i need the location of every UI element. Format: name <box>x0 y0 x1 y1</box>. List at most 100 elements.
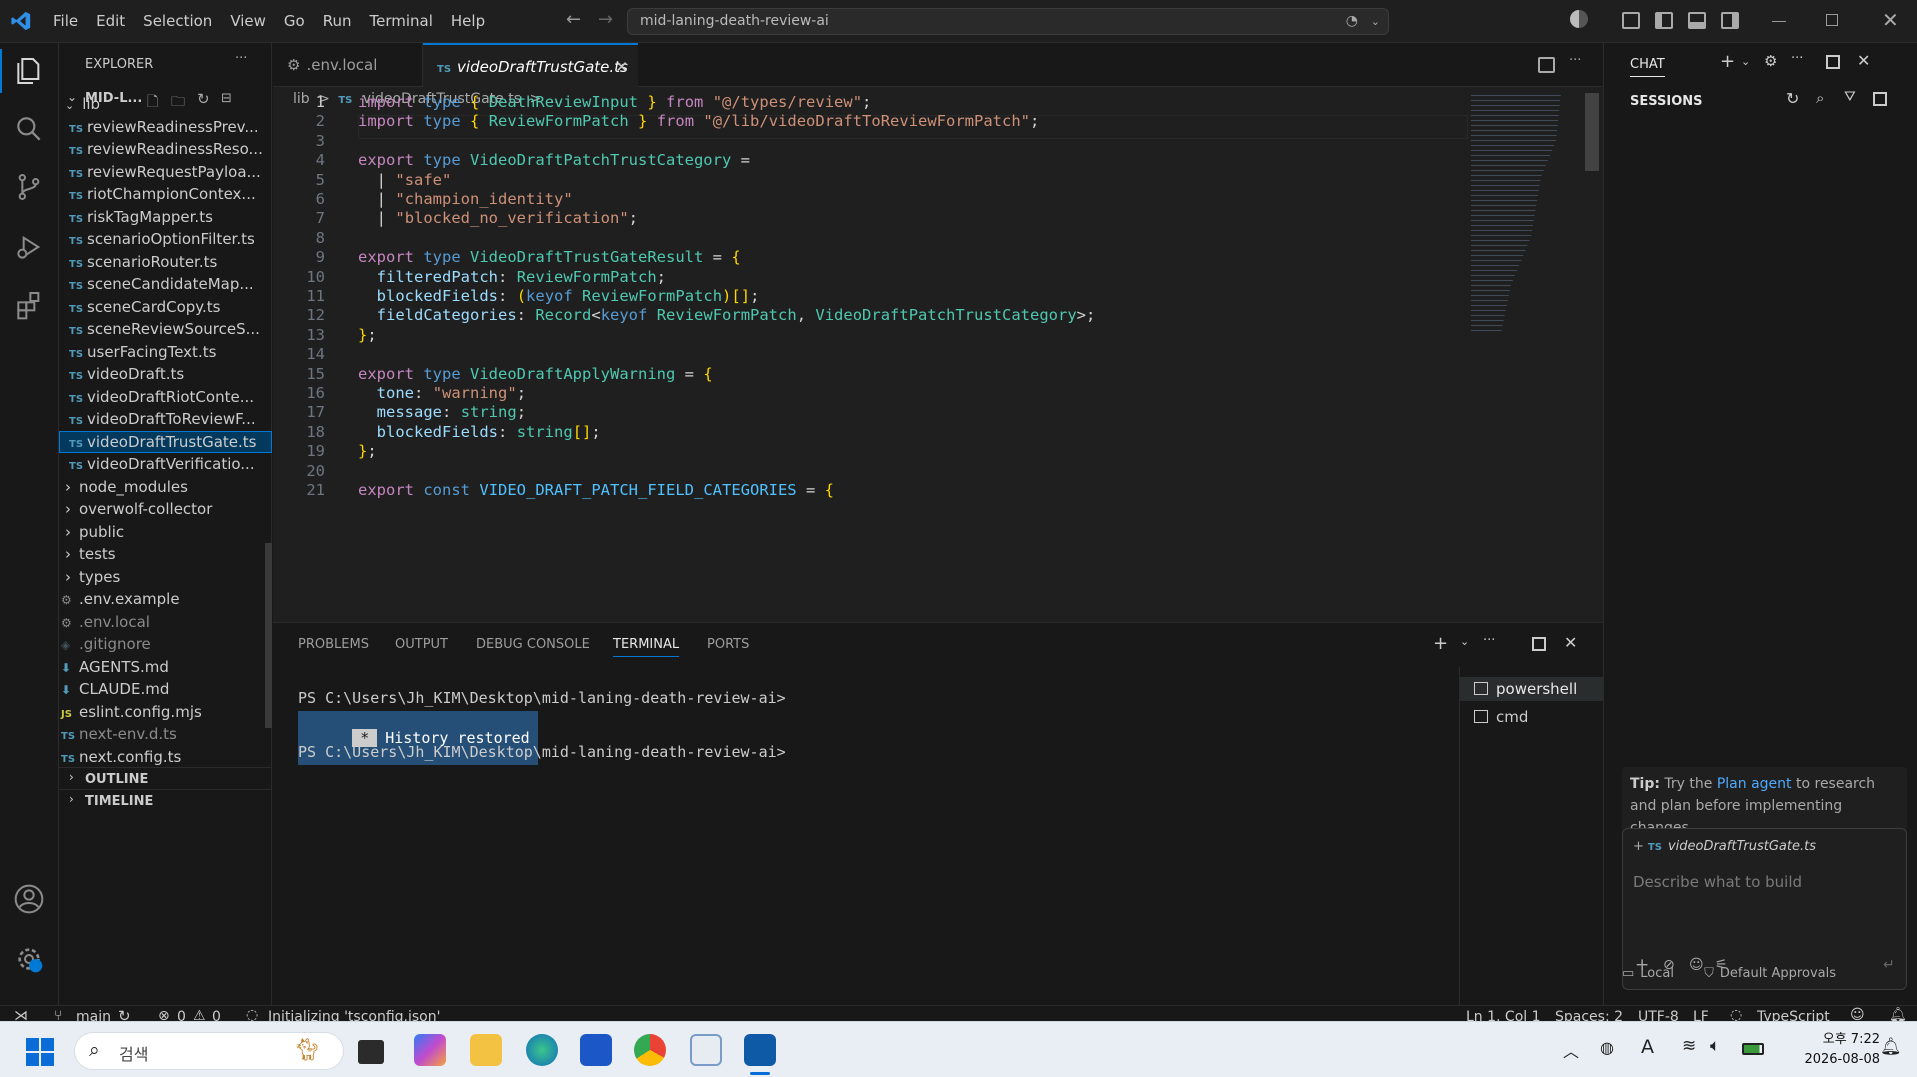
code-line[interactable]: 1 import type { DeathReviewInput } from "… <box>273 92 1473 112</box>
tree-item[interactable]: TS videoDraftTrustGate.ts <box>59 430 272 453</box>
tree-item[interactable]: › types <box>59 566 272 588</box>
layout-customize-icon[interactable] <box>1622 12 1640 29</box>
menu-terminal[interactable]: Terminal <box>361 0 442 43</box>
toggle-sidebar-icon[interactable] <box>1655 12 1673 29</box>
code-line[interactable]: 9 export type VideoDraftTrustGateResult =… <box>273 247 1473 267</box>
new-terminal-icon[interactable]: + <box>1433 633 1448 654</box>
accounts-icon[interactable] <box>13 883 45 915</box>
minimap[interactable] <box>1471 93 1561 333</box>
tree-item[interactable]: TS reviewReadinessPrev... <box>59 116 272 138</box>
chat-more-icon[interactable]: ··· <box>1791 51 1803 66</box>
tree-item[interactable]: TS videoDraftRiotConte... <box>59 386 272 408</box>
outline-section[interactable]: › OUTLINE <box>59 767 272 789</box>
task-view-icon[interactable] <box>358 1040 384 1064</box>
tree-item[interactable]: TS scenarioOptionFilter.ts <box>59 228 272 250</box>
source-control-icon[interactable] <box>13 171 45 203</box>
code-line[interactable]: 3 <box>273 131 1473 151</box>
minimize-icon[interactable] <box>1772 21 1786 22</box>
tab-debug-console[interactable]: DEBUG CONSOLE <box>476 623 590 667</box>
close-tab-icon[interactable]: ✕ <box>615 45 628 89</box>
code-line[interactable]: 18 blockedFields: string[]; <box>273 422 1473 442</box>
tree-item[interactable]: TS sceneReviewSourceS... <box>59 318 272 340</box>
tree-item[interactable]: ◈ .gitignore <box>59 633 272 655</box>
code-line[interactable]: 7 | "blocked_no_verification"; <box>273 208 1473 228</box>
chevron-down-icon[interactable]: ⌄ <box>1460 635 1469 648</box>
toggle-panel-icon[interactable] <box>1688 12 1706 29</box>
chevron-down-icon[interactable]: ⌄ <box>1741 55 1750 68</box>
add-context-icon[interactable]: + <box>1633 839 1644 854</box>
code-line[interactable]: 15 export type VideoDraftApplyWarning = { <box>273 364 1473 384</box>
local-label[interactable]: Local <box>1640 966 1674 981</box>
tree-item[interactable]: TS riskTagMapper.ts <box>59 206 272 228</box>
clock[interactable]: 오후 7:22 2026-08-08 <box>1780 1030 1880 1070</box>
network-status-icon[interactable]: ◍ <box>1600 1038 1614 1057</box>
menu-edit[interactable]: Edit <box>87 0 134 43</box>
tab-ports[interactable]: PORTS <box>707 623 749 667</box>
menu-view[interactable]: View <box>221 0 275 43</box>
tree-item[interactable]: TS reviewReadinessReso... <box>59 138 272 160</box>
tree-item[interactable]: ⚙ .env.example <box>59 588 272 610</box>
code-line[interactable]: 13}; <box>273 325 1473 345</box>
tree-item[interactable]: JS eslint.config.mjs <box>59 701 272 723</box>
split-editor-icon[interactable] <box>1538 57 1555 73</box>
snipping-tool-icon[interactable] <box>690 1034 722 1066</box>
notification-center-icon[interactable]: 🔔︎ <box>1880 1037 1902 1057</box>
timeline-section[interactable]: › TIMELINE <box>59 789 272 811</box>
back-arrow-icon[interactable]: ← <box>566 9 581 30</box>
terminal-instance-powershell[interactable]: powershell <box>1460 677 1604 701</box>
tab-env-local[interactable]: ⚙ .env.local <box>273 43 423 87</box>
menu-go[interactable]: Go <box>275 0 314 43</box>
tree-item[interactable]: TS next.config.ts <box>59 746 272 768</box>
tab-output[interactable]: OUTPUT <box>395 623 448 667</box>
store-icon[interactable] <box>580 1034 612 1066</box>
vscode-taskbar-icon[interactable] <box>744 1034 776 1066</box>
chevron-down-icon[interactable]: ⌄ <box>1371 9 1380 34</box>
tree-item[interactable]: TS userFacingText.ts <box>59 341 272 363</box>
code-editor[interactable]: lib > TS videoDraftTrustGate.ts > ... 1i… <box>273 87 1603 622</box>
edge-browser-icon[interactable] <box>526 1034 558 1066</box>
code-line[interactable]: 20 <box>273 461 1473 481</box>
battery-icon[interactable] <box>1742 1043 1764 1055</box>
restore-icon[interactable] <box>1826 14 1838 26</box>
chrome-browser-icon[interactable] <box>634 1034 666 1066</box>
menu-run[interactable]: Run <box>314 0 361 43</box>
copilot-app-icon[interactable] <box>414 1034 446 1066</box>
tree-item[interactable]: TS videoDraftToReviewF... <box>59 408 272 430</box>
tree-item[interactable]: TS reviewRequestPayloa... <box>59 161 272 183</box>
tree-item[interactable]: TS videoDraft.ts <box>59 363 272 385</box>
code-line[interactable]: 11 blockedFields: (keyof ReviewFormPatch… <box>273 286 1473 306</box>
context-chip[interactable]: + TS videoDraftTrustGate.ts <box>1633 839 1816 854</box>
wifi-icon[interactable]: ≋ <box>1682 1036 1696 1056</box>
tree-item[interactable]: TS next-env.d.ts <box>59 723 272 745</box>
menu-selection[interactable]: Selection <box>134 0 221 43</box>
code-line[interactable]: 6 | "champion_identity" <box>273 189 1473 209</box>
close-window-icon[interactable]: ✕ <box>1882 8 1899 32</box>
code-line[interactable]: 4 export type VideoDraftPatchTrustCategor… <box>273 150 1473 170</box>
run-debug-icon[interactable] <box>13 231 45 263</box>
tab-videodrafttrustgate[interactable]: TS videoDraftTrustGate.ts ✕ <box>423 43 638 87</box>
ime-indicator-icon[interactable]: A <box>1641 1036 1654 1058</box>
file-explorer-icon[interactable] <box>470 1034 502 1066</box>
toggle-secondary-sidebar-icon[interactable] <box>1721 12 1739 29</box>
refresh-icon[interactable]: ↻ <box>1786 89 1799 108</box>
maximize-panel-icon[interactable] <box>1532 637 1546 651</box>
tree-item[interactable]: TS scenarioRouter.ts <box>59 251 272 273</box>
code-line[interactable]: 16 tone: "warning"; <box>273 383 1473 403</box>
tree-item[interactable]: › node_modules <box>59 476 272 498</box>
code-line[interactable]: 8 <box>273 228 1473 248</box>
more-actions-icon[interactable]: ··· <box>235 51 247 66</box>
tree-item[interactable]: ⬇ CLAUDE.md <box>59 678 272 700</box>
accounts-status-icon[interactable] <box>1570 10 1588 28</box>
tree-item[interactable]: › tests <box>59 543 272 565</box>
approvals-label[interactable]: Default Approvals <box>1720 966 1836 981</box>
code-line[interactable]: 17 message: string; <box>273 402 1473 422</box>
explorer-files-icon[interactable] <box>13 55 45 87</box>
new-chat-icon[interactable]: + <box>1720 51 1735 72</box>
search-icon[interactable] <box>13 113 45 145</box>
tree-item[interactable]: › overwolf-collector <box>59 498 272 520</box>
code-line[interactable]: 2 import type { ReviewFormPatch } from "@… <box>273 111 1473 131</box>
tree-item[interactable]: TS videoDraftVerificatio... <box>59 453 272 475</box>
menu-help[interactable]: Help <box>442 0 494 43</box>
tree-scrollbar[interactable] <box>265 543 272 728</box>
toggle-sessions-icon[interactable] <box>1873 92 1887 106</box>
